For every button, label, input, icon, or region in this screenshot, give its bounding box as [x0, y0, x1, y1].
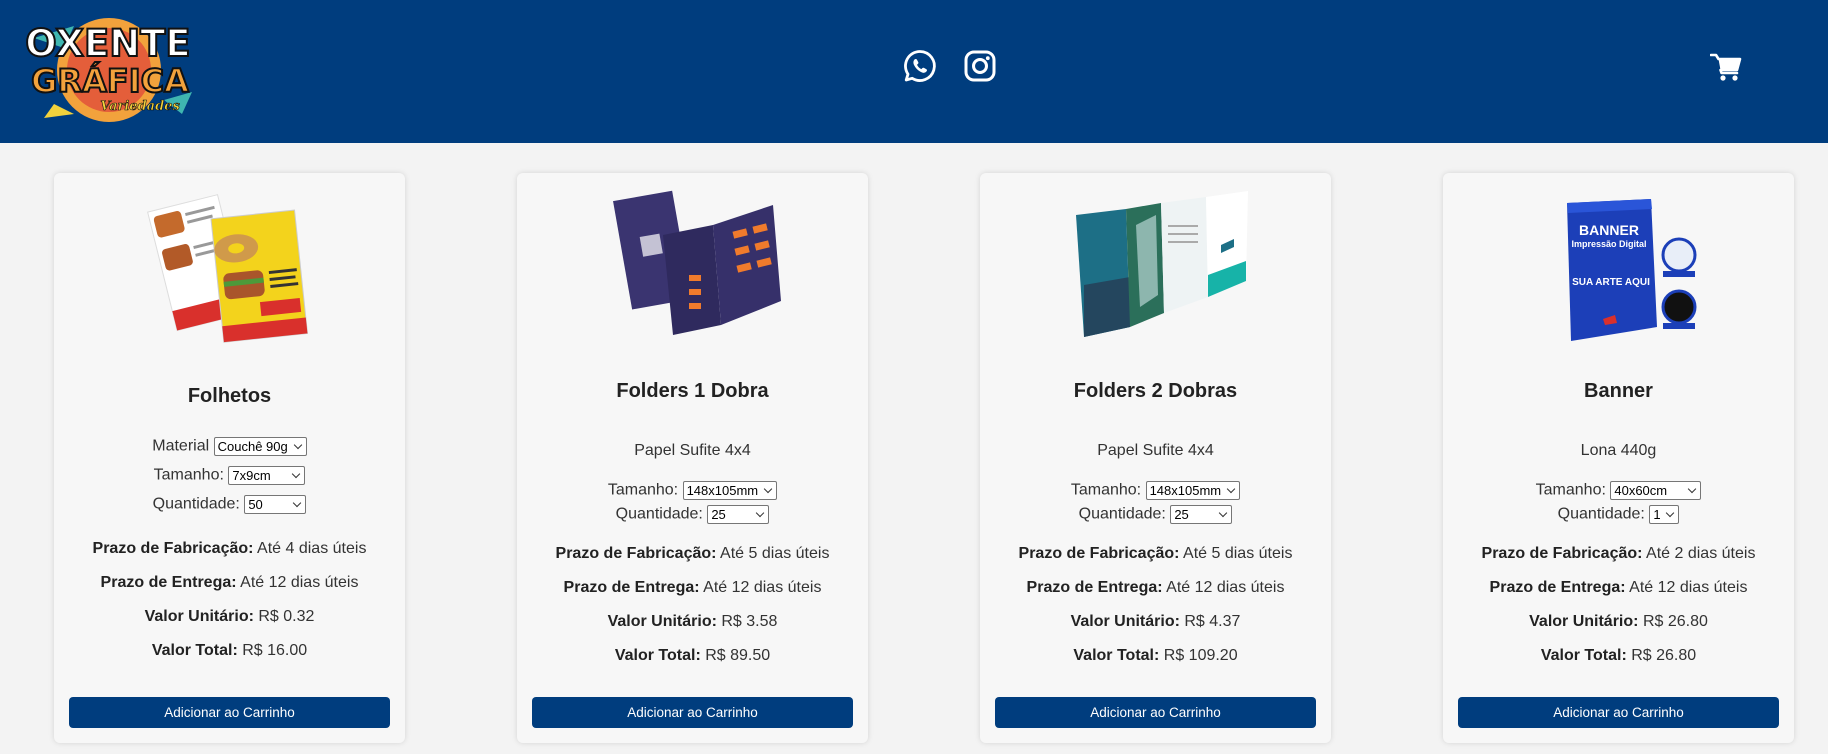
paper-type: Lona 440g — [1580, 442, 1657, 459]
quantity-select[interactable]: 25 — [1170, 505, 1233, 524]
fabrication-time: Prazo de Fabricação: Até 5 dias úteis — [555, 545, 830, 562]
size-label: Tamanho: — [153, 466, 224, 484]
paper-type: Papel Sufite 4x4 — [1097, 442, 1214, 459]
quantity-select[interactable]: 50 — [244, 495, 307, 514]
instagram-icon[interactable] — [962, 48, 998, 84]
size-select[interactable]: 7x9cm — [228, 466, 306, 485]
product-title: Folders 2 Dobras — [1073, 380, 1238, 402]
material-label: Material — [152, 437, 210, 455]
whatsapp-icon[interactable] — [902, 48, 938, 84]
fabrication-time: Prazo de Fabricação: Até 2 dias úteis — [1481, 545, 1756, 562]
quantity-select[interactable]: 25 — [707, 505, 770, 524]
banner-image-subtitle: Impressão Digital — [1571, 239, 1646, 249]
unit-price: Valor Unitário: R$ 4.37 — [1070, 613, 1241, 630]
quantity-row: Quantidade: 50 — [54, 495, 405, 514]
quantity-row: Quantidade: 25 — [980, 505, 1331, 524]
unit-price: Valor Unitário: R$ 0.32 — [144, 608, 315, 625]
size-row: Tamanho: 148x105mm — [517, 481, 868, 500]
quantity-row: Quantidade: 25 — [517, 505, 868, 524]
product-card-folders-1-dobra: Folders 1 Dobra Papel Sufite 4x4 Tamanho… — [517, 173, 868, 743]
size-select[interactable]: 40x60cm — [1610, 481, 1702, 500]
unit-price: Valor Unitário: R$ 3.58 — [607, 613, 778, 630]
size-label: Tamanho: — [607, 481, 679, 499]
product-card-folders-2-dobras: Folders 2 Dobras Papel Sufite 4x4 Tamanh… — [980, 173, 1331, 743]
site-header: OXENTE GRÁFICA Variedades — [0, 0, 1828, 143]
size-row: Tamanho: 40x60cm — [1443, 481, 1794, 500]
unit-price: Valor Unitário: R$ 26.80 — [1529, 613, 1708, 630]
brand-logo[interactable]: OXENTE GRÁFICA Variedades — [14, 8, 202, 126]
product-card-banner: BANNER Impressão Digital SUA ARTE AQUI B… — [1443, 173, 1794, 743]
logo-line2: GRÁFICA — [31, 62, 189, 100]
total-price: Valor Total: R$ 26.80 — [1540, 647, 1697, 664]
total-price: Valor Total: R$ 16.00 — [151, 642, 308, 659]
delivery-time: Prazo de Entrega: Até 12 dias úteis — [1026, 579, 1285, 596]
product-image — [1075, 191, 1248, 337]
quantity-row: Quantidade: 1 — [1443, 505, 1794, 524]
add-to-cart-button[interactable]: Adicionar ao Carrinho — [69, 697, 390, 728]
quantity-label: Quantidade: — [152, 495, 240, 513]
quantity-label: Quantidade: — [1078, 505, 1166, 523]
size-select[interactable]: 148x105mm — [1145, 481, 1241, 500]
size-label: Tamanho: — [1070, 481, 1142, 499]
material-select[interactable]: Couchê 90g — [213, 437, 307, 456]
product-title: Folhetos — [187, 385, 272, 407]
fabrication-time: Prazo de Fabricação: Até 5 dias úteis — [1018, 545, 1293, 562]
total-price: Valor Total: R$ 109.20 — [1073, 647, 1238, 664]
product-image — [146, 194, 308, 343]
delivery-time: Prazo de Entrega: Até 12 dias úteis — [563, 579, 822, 596]
total-price: Valor Total: R$ 89.50 — [614, 647, 771, 664]
add-to-cart-button[interactable]: Adicionar ao Carrinho — [1458, 697, 1779, 728]
banner-image-title: BANNER — [1579, 222, 1639, 238]
quantity-label: Quantidade: — [1557, 505, 1645, 523]
size-label: Tamanho: — [1535, 481, 1606, 499]
size-row: Tamanho: 148x105mm — [980, 481, 1331, 500]
fabrication-time: Prazo de Fabricação: Até 4 dias úteis — [92, 540, 367, 557]
product-image: BANNER Impressão Digital SUA ARTE AQUI — [1566, 199, 1696, 341]
product-card-folhetos: Folhetos Material Couchê 90g Tamanho: 7x… — [54, 173, 405, 743]
logo-line3: Variedades — [100, 99, 180, 114]
cart-icon[interactable] — [1710, 52, 1742, 82]
logo-line1: OXENTE — [25, 22, 190, 65]
paper-type: Papel Sufite 4x4 — [634, 442, 751, 459]
product-image — [612, 190, 781, 335]
material-row: Material Couchê 90g — [54, 437, 405, 456]
delivery-time: Prazo de Entrega: Até 12 dias úteis — [100, 574, 359, 591]
banner-image-body: SUA ARTE AQUI — [1572, 277, 1650, 288]
add-to-cart-button[interactable]: Adicionar ao Carrinho — [995, 697, 1316, 728]
product-title: Folders 1 Dobra — [616, 380, 769, 402]
size-select[interactable]: 148x105mm — [682, 481, 778, 500]
quantity-label: Quantidade: — [615, 505, 703, 523]
delivery-time: Prazo de Entrega: Até 12 dias úteis — [1489, 579, 1748, 596]
quantity-select[interactable]: 1 — [1649, 505, 1680, 524]
product-title: Banner — [1584, 380, 1653, 402]
add-to-cart-button[interactable]: Adicionar ao Carrinho — [532, 697, 853, 728]
social-links — [902, 48, 998, 84]
size-row: Tamanho: 7x9cm — [54, 466, 405, 485]
